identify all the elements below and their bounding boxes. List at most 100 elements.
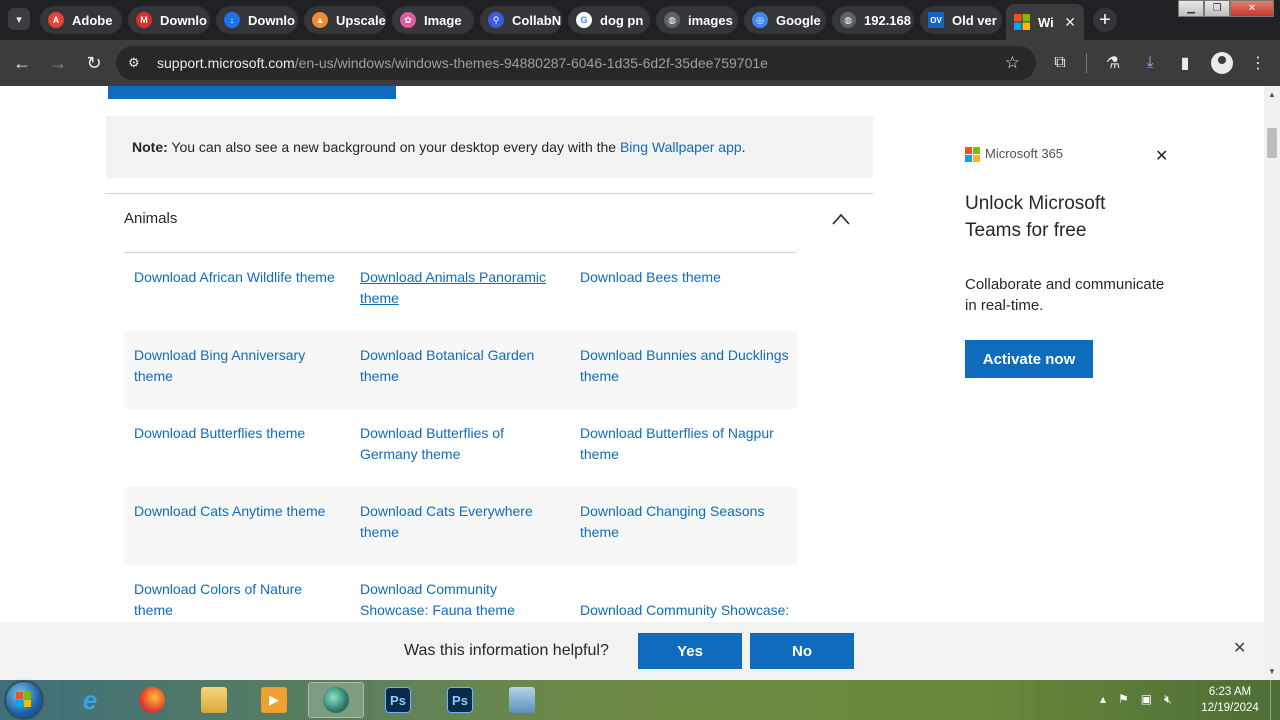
theme-link[interactable]: Download Cats Anytime theme	[134, 501, 344, 522]
network-icon[interactable]: ▣	[1141, 692, 1152, 707]
url-text[interactable]: support.microsoft.com/en-us/windows/wind…	[157, 55, 768, 71]
theme-link[interactable]: Download Butterflies theme	[134, 423, 344, 444]
feedback-close-icon[interactable]: ✕	[1233, 638, 1246, 658]
tab-ip[interactable]: ◍ 192.168	[832, 6, 914, 34]
tab-windows-themes[interactable]: Wi ✕	[1006, 4, 1084, 40]
ad-close-icon[interactable]: ✕	[1155, 146, 1168, 166]
theme-link[interactable]: Download Bees theme	[580, 267, 792, 288]
photoshop-icon[interactable]: Ps	[370, 682, 426, 718]
show-desktop-button[interactable]	[1270, 680, 1280, 720]
window-close-button[interactable]: ✕	[1230, 0, 1274, 17]
clock-time: 6:23 AM	[1208, 686, 1252, 698]
scroll-down-icon[interactable]: ▼	[1268, 667, 1276, 676]
tab-download-1[interactable]: M Downlo	[128, 6, 210, 34]
section-title-animals[interactable]: Animals	[124, 210, 177, 227]
start-button[interactable]	[6, 682, 42, 718]
feedback-bar: Was this information helpful? Yes No ✕	[0, 622, 1264, 680]
profile-avatar-icon[interactable]	[1211, 52, 1233, 74]
tab-image[interactable]: ✿ Image	[392, 6, 474, 34]
tab-old-version[interactable]: OV Old ver	[920, 6, 1002, 34]
tab-images[interactable]: ◍ images	[656, 6, 738, 34]
scroll-thumb[interactable]	[1267, 128, 1277, 158]
internet-explorer-icon[interactable]: e	[62, 682, 118, 718]
search-box-bottom-edge	[108, 86, 396, 99]
toolbar-divider	[1086, 53, 1087, 73]
address-bar[interactable]: ⚙ support.microsoft.com/en-us/windows/wi…	[116, 46, 1036, 80]
photoshop-icon[interactable]: Ps	[432, 682, 488, 718]
activate-now-button[interactable]: Activate now	[965, 340, 1093, 378]
ad-title: Unlock Microsoft Teams for free	[965, 193, 1106, 241]
windows-logo-icon	[16, 692, 32, 708]
back-arrow-icon[interactable]: ←	[10, 51, 34, 75]
new-tab-button[interactable]: +	[1093, 8, 1117, 32]
windows-taskbar: e ▶ Ps Ps ▴ ⚑ ▣ 🔇︎ 6:23 AM 12/19/2024	[0, 680, 1280, 720]
feedback-yes-button[interactable]: Yes	[638, 633, 742, 669]
firefox-icon[interactable]	[124, 682, 180, 718]
labs-flask-icon[interactable]: ⚗	[1101, 51, 1125, 75]
reload-icon[interactable]: ↻	[82, 51, 106, 75]
window-controls: ▁ ❐ ✕	[1178, 0, 1274, 18]
feedback-no-button[interactable]: No	[750, 633, 854, 669]
system-tray: ▴ ⚑ ▣ 🔇︎	[1100, 692, 1172, 707]
section-divider	[105, 193, 873, 194]
tab-collab[interactable]: ⚲ CollabN	[480, 6, 562, 34]
media-player-icon[interactable]: ▶	[246, 682, 302, 718]
close-tab-icon[interactable]: ✕	[1064, 14, 1076, 31]
theme-link[interactable]: Download Bunnies and Ducklings theme	[580, 345, 792, 387]
download-icon: ↓	[224, 12, 240, 28]
show-hidden-icons-icon[interactable]: ▴	[1100, 692, 1106, 707]
theme-link[interactable]: Download Community Showcase: Fauna theme	[360, 579, 560, 621]
globe-icon: ◍	[664, 12, 680, 28]
tab-upscale[interactable]: ▲ Upscale	[304, 6, 386, 34]
tab-strip: ▾ A Adobe M Downlo ↓ Downlo ▲ Upscale ✿ …	[0, 0, 1280, 40]
image-icon: ✿	[400, 12, 416, 28]
restore-button[interactable]: ❐	[1204, 0, 1230, 17]
theme-link[interactable]: Download Colors of Nature theme	[134, 579, 344, 621]
volume-muted-icon[interactable]: 🔇︎	[1164, 692, 1172, 707]
action-center-icon[interactable]: ⚑	[1118, 692, 1129, 707]
theme-row: Download Bing Anniversary theme Download…	[124, 331, 797, 409]
browser-toolbar: ← → ↻ ⚙ support.microsoft.com/en-us/wind…	[0, 40, 1280, 86]
theme-link[interactable]: Download African Wildlife theme	[134, 267, 344, 288]
tab-dog-png[interactable]: G dog pn	[568, 6, 650, 34]
file-explorer-icon[interactable]	[186, 682, 242, 718]
upscale-icon: ▲	[312, 12, 328, 28]
adobe-icon: A	[48, 12, 64, 28]
microsoft-icon	[1014, 14, 1030, 30]
chevron-up-icon[interactable]	[831, 212, 851, 226]
feedback-question: Was this information helpful?	[404, 642, 609, 659]
theme-link[interactable]: Download Changing Seasons theme	[580, 501, 792, 543]
minimize-button[interactable]: ▁	[1178, 0, 1204, 17]
tab-download-2[interactable]: ↓ Downlo	[216, 6, 298, 34]
theme-link[interactable]: Download Community Showcase:	[580, 600, 792, 621]
theme-link[interactable]: Download Butterflies of Germany theme	[360, 423, 560, 465]
side-panel-icon[interactable]: ▮	[1173, 51, 1197, 75]
page-viewport: Note: You can also see a new background …	[0, 86, 1264, 680]
theme-link[interactable]: Download Butterflies of Nagpur theme	[580, 423, 792, 465]
tab-google[interactable]: ◎ Google	[744, 6, 826, 34]
bing-wallpaper-link[interactable]: Bing Wallpaper app	[620, 139, 742, 155]
downloads-icon[interactable]: ⤓	[1138, 51, 1162, 75]
note-label: Note:	[132, 139, 168, 155]
forward-arrow-icon[interactable]: →	[46, 51, 70, 75]
extensions-icon[interactable]: ⧉	[1048, 51, 1072, 75]
google-icon: G	[576, 12, 592, 28]
taskbar-clock[interactable]: 6:23 AM 12/19/2024	[1198, 684, 1262, 716]
menu-kebab-icon[interactable]: ⋮	[1246, 51, 1270, 75]
browser-taskbar-icon[interactable]	[308, 682, 364, 718]
tab-adobe[interactable]: A Adobe	[40, 6, 122, 34]
network-app-icon[interactable]	[494, 682, 550, 718]
tab-search-icon[interactable]: ▾	[8, 8, 30, 30]
scroll-up-icon[interactable]: ▲	[1268, 90, 1276, 99]
clock-date: 12/19/2024	[1201, 702, 1259, 714]
site-settings-icon[interactable]: ⚙	[128, 55, 144, 71]
theme-link[interactable]: Download Animals Panoramic theme	[360, 267, 560, 309]
note-box: Note: You can also see a new background …	[106, 116, 873, 178]
theme-link[interactable]: Download Cats Everywhere theme	[360, 501, 560, 543]
theme-link[interactable]: Download Bing Anniversary theme	[134, 345, 344, 387]
bookmark-star-icon[interactable]: ☆	[1005, 53, 1020, 73]
theme-link[interactable]: Download Botanical Garden theme	[360, 345, 560, 387]
page-scrollbar[interactable]: ▲ ▼	[1264, 86, 1280, 680]
ad-description: Collaborate and communicate in real-time…	[965, 276, 1165, 314]
ad-brand: Microsoft 365	[985, 146, 1064, 161]
